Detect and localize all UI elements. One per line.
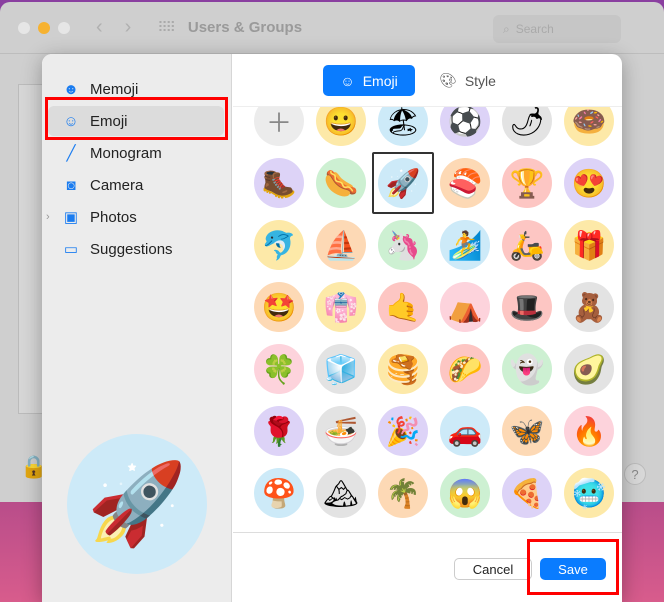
sidebar-item-suggestions[interactable]: ▭ Suggestions [48,234,224,264]
sidebar-item-label: Photos [90,208,137,226]
emoji-option[interactable]: 🎩 [502,282,552,332]
search-icon: ⌕ [503,21,510,36]
emoji-option[interactable]: 🧊 [316,344,366,394]
close-button[interactable] [18,21,30,34]
emoji-option[interactable]: 🔥 [564,406,614,456]
search-input[interactable]: ⌕ Search [493,15,621,43]
emoji-option[interactable]: ⚽ [440,107,490,146]
emoji-option[interactable]: 🎉 [378,406,428,456]
sidebar-item-monogram[interactable]: ╱ Monogram [48,138,224,168]
emoji-option[interactable]: 🥶 [564,468,614,518]
cancel-button[interactable]: Cancel [454,558,532,580]
emoji-option[interactable]: 🏆 [502,158,552,208]
emoji-option[interactable]: 🥾 [254,158,304,208]
main-pane: ☺ Emoji 🎨︎ Style ＋ 😀 🏖 ⚽ 🌶 🍩 🥾 🌭 🚀 🍣 🏆 😍 🐬 ⛵ 🦄 🏄 🛵 🎁 🤩 👘 🤙 ⛺ 🎩 🧸 🍀… [233,54,622,602]
emoji-option[interactable]: 🌹 [254,406,304,456]
highlight-save [527,539,619,595]
emoji-option[interactable]: 🥞 [378,344,428,394]
emoji-option[interactable]: 🌮 [440,344,490,394]
add-emoji-button[interactable]: ＋ [254,107,304,146]
tab-emoji[interactable]: ☺ Emoji [323,65,416,96]
emoji-option[interactable]: 🌶 [502,107,552,146]
avatar-preview: 🚀 [67,434,207,574]
emoji-option[interactable]: 🧸 [564,282,614,332]
sidebar-item-photos[interactable]: › ▣ Photos [46,202,224,232]
emoji-option[interactable]: 😱 [440,468,490,518]
emoji-option[interactable]: 😀 [316,107,366,146]
selected-emoji-ring [372,152,434,214]
emoji-option[interactable]: 🚗 [440,406,490,456]
emoji-option[interactable]: 🍣 [440,158,490,208]
forward-icon[interactable]: › [125,16,132,39]
emoji-option[interactable]: 👻 [502,344,552,394]
minimize-button[interactable] [38,21,50,34]
emoji-option[interactable]: 🍕 [502,468,552,518]
emoji-option[interactable]: 🌴 [378,468,428,518]
smiley-icon: ☺ [340,72,355,89]
grid-icon[interactable]: ⠿⠿ [157,19,175,36]
folder-icon: ▭ [63,241,79,258]
emoji-option[interactable]: 🦄 [378,220,428,270]
emoji-option[interactable]: 🏔 [316,468,366,518]
sidebar-item-label: Camera [90,176,144,194]
tab-style[interactable]: 🎨︎ Style [425,65,510,96]
emoji-option[interactable]: 🏄 [440,220,490,270]
emoji-option[interactable]: 😍 [564,158,614,208]
sidebar-item-camera[interactable]: ◙ Camera [48,170,224,200]
emoji-option[interactable]: ⛺ [440,282,490,332]
emoji-option[interactable]: 🛵 [502,220,552,270]
emoji-option[interactable]: 🍩 [564,107,614,146]
help-button[interactable]: ? [624,463,646,485]
back-icon[interactable]: ‹ [96,16,103,39]
emoji-option[interactable]: 🍄 [254,468,304,518]
chevron-right-icon[interactable]: › [46,211,50,223]
emoji-option[interactable]: 👘 [316,282,366,332]
emoji-grid[interactable]: ＋ 😀 🏖 ⚽ 🌶 🍩 🥾 🌭 🚀 🍣 🏆 😍 🐬 ⛵ 🦄 🏄 🛵 🎁 🤩 👘 🤙 ⛺ 🎩 🧸 🍀 🧊 🥞 🌮 👻 🥑 🌹 🍜 🎉 🚗 🦋 🔥 🍄 🏔 🌴 😱… [233,106,622,530]
tab-bar: ☺ Emoji 🎨︎ Style [211,65,622,96]
emoji-option[interactable]: 🦋 [502,406,552,456]
pencil-icon: ╱ [66,145,76,162]
emoji-option[interactable]: ⛵ [316,220,366,270]
emoji-option[interactable]: 🥑 [564,344,614,394]
camera-icon: ◙ [66,176,76,194]
zoom-button[interactable] [58,21,70,34]
emoji-option[interactable]: 🌭 [316,158,366,208]
emoji-option[interactable]: 🐬 [254,220,304,270]
emoji-option[interactable]: 🎁 [564,220,614,270]
highlight-emoji-sidebar [45,97,228,140]
sidebar-item-label: Monogram [90,144,162,162]
photos-icon: ▣ [63,209,79,226]
sidebar-item-label: Memoji [90,80,139,98]
palette-icon: 🎨︎ [439,72,457,88]
emoji-option[interactable]: 🍜 [316,406,366,456]
window-title: Users & Groups [187,19,303,36]
emoji-option[interactable]: 🍀 [254,344,304,394]
picture-picker-sheet: ☻ Memoji ☺ Emoji ╱ Monogram ◙ Camera › ▣ Photos ▭ Su… [42,54,622,602]
emoji-option[interactable]: 🏖 [378,107,428,146]
sidebar-item-label: Suggestions [90,240,173,258]
titlebar: ‹ › ⠿⠿ Users & Groups ⌕ Search [0,2,664,54]
emoji-option[interactable]: 🤩 [254,282,304,332]
memoji-icon: ☻ [63,80,79,98]
emoji-option[interactable]: 🤙 [378,282,428,332]
